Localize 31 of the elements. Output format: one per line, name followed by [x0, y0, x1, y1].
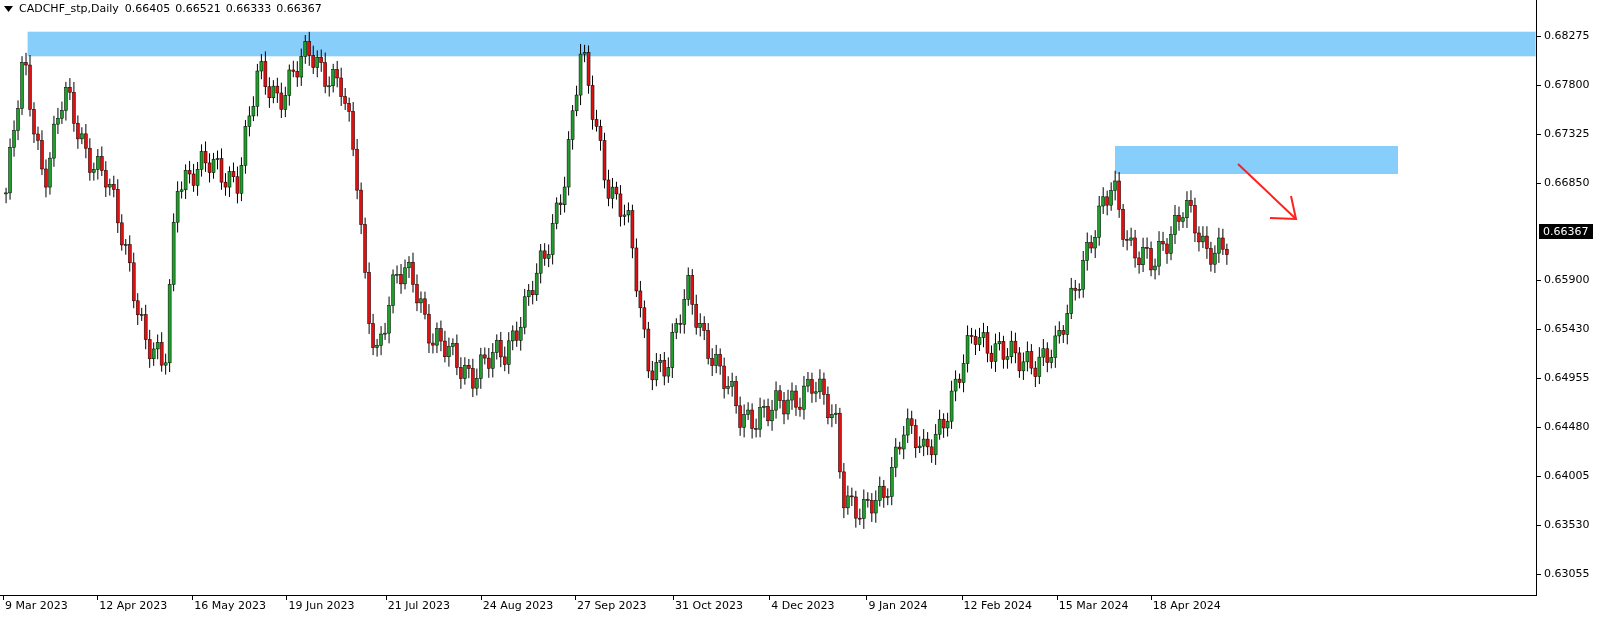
ohlc-value: 0.66521 [175, 2, 221, 15]
date-label: 4 Dec 2023 [771, 599, 835, 612]
dropdown-icon[interactable] [4, 5, 13, 12]
date-label: 24 Aug 2023 [482, 599, 554, 612]
date-label: 19 Jun 2023 [288, 599, 355, 612]
date-label: 12 Apr 2023 [99, 599, 168, 612]
ohlc-value: 0.66367 [276, 2, 322, 15]
date-label: 18 Apr 2024 [1152, 599, 1221, 612]
price-label: 0.63055 [1544, 566, 1590, 580]
price-label: 0.65430 [1544, 321, 1590, 335]
current-price-label: 0.66367 [1539, 224, 1593, 240]
date-label: 9 Mar 2023 [5, 599, 68, 612]
date-label: 31 Oct 2023 [675, 599, 744, 612]
price-label: 0.64005 [1544, 468, 1590, 482]
price-label: 0.65900 [1544, 273, 1590, 287]
date-label: 27 Sep 2023 [576, 599, 647, 612]
price-label: 0.64480 [1544, 419, 1590, 433]
price-label: 0.68275 [1544, 28, 1590, 42]
price-label: 0.67800 [1544, 77, 1590, 91]
date-label: 9 Jan 2024 [868, 599, 928, 612]
date-label: 15 Mar 2024 [1058, 599, 1129, 612]
price-label: 0.63530 [1544, 517, 1590, 531]
date-label: 16 May 2023 [194, 599, 267, 612]
price-label: 0.66850 [1544, 175, 1590, 189]
chart-title: CADCHF_stp,Daily [19, 2, 119, 15]
ohlc-value: 0.66405 [124, 2, 171, 15]
ohlc-value: 0.66333 [225, 2, 272, 15]
price-label: 0.64955 [1544, 370, 1590, 384]
date-label: 12 Feb 2024 [963, 599, 1033, 612]
date-label: 21 Jul 2023 [387, 599, 450, 612]
price-label: 0.67325 [1544, 126, 1590, 140]
